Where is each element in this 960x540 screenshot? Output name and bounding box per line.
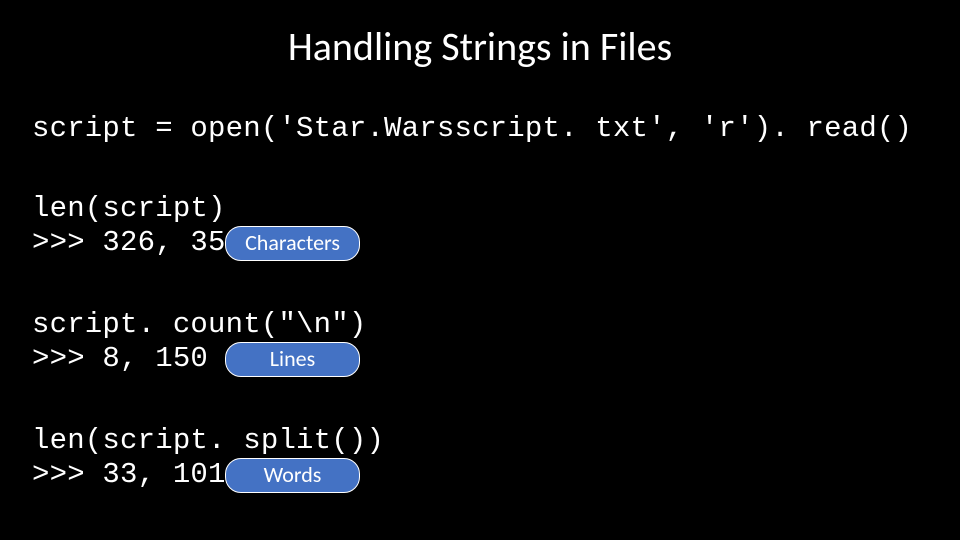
code-split-output: >>> 33, 101 (32, 458, 226, 491)
code-split-call: len(script. split()) (32, 424, 384, 457)
badge-words: Words (225, 458, 360, 493)
badge-lines: Lines (225, 342, 360, 377)
code-len-output: >>> 326, 359 (32, 226, 243, 259)
badge-characters: Characters (225, 226, 360, 261)
code-len-call: len(script) (32, 192, 226, 225)
code-count-call: script. count("\n") (32, 308, 366, 341)
slide-title: Handling Strings in Files (0, 22, 960, 71)
code-count-output: >>> 8, 150 (32, 342, 208, 375)
code-open-line: script = open('Star.Warsscript. txt', 'r… (32, 112, 912, 145)
slide: Handling Strings in Files script = open(… (0, 0, 960, 540)
